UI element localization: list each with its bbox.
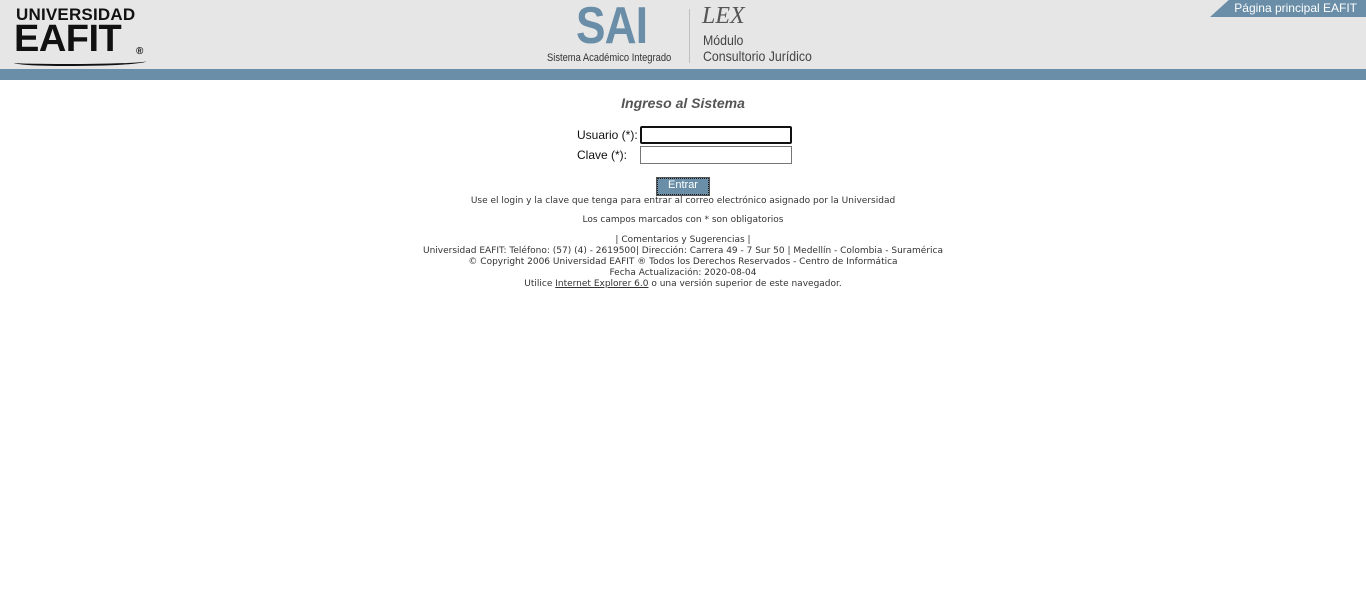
login-title: Ingreso al Sistema [621, 95, 745, 111]
header-accent-bar [0, 69, 1366, 80]
lex-logo: LEX Módulo Consultorio Jurídico [702, 4, 832, 66]
user-label: Usuario (*): [577, 128, 638, 142]
eafit-logo: UNIVERSIDAD EAFIT ® [14, 6, 148, 66]
lex-logo-text: LEX [702, 3, 745, 29]
module-label-line1: Módulo [703, 32, 744, 48]
required-fields-note: Los campos marcados con * son obligatori… [582, 215, 784, 225]
registered-mark: ® [136, 46, 144, 57]
login-section: Ingreso al Sistema Usuario (*): Clave (*… [0, 95, 1366, 290]
contact-info: Universidad EAFIT: Teléfono: (57) (4) - … [423, 246, 943, 256]
password-input[interactable] [640, 146, 792, 164]
last-updated: Fecha Actualización: 2020-08-04 [609, 268, 757, 278]
module-label-line2: Consultorio Jurídico [703, 48, 812, 64]
comments-link[interactable]: Comentarios y Sugerencias [621, 235, 744, 245]
login-form: Usuario (*): Clave (*): [573, 126, 793, 164]
eafit-logo-line2: EAFIT [14, 18, 122, 60]
browser-suffix: o una versión superior de este navegador… [648, 279, 842, 289]
user-row: Usuario (*): [573, 126, 793, 145]
footer: | Comentarios y Sugerencias | Universida… [0, 235, 1366, 290]
home-page-link[interactable]: Página principal EAFIT [1210, 0, 1366, 17]
browser-prefix: Utilice [524, 279, 556, 289]
comments-suffix: | [744, 235, 751, 245]
submit-button[interactable]: Entrar [656, 177, 710, 196]
header-divider [689, 9, 690, 63]
page-header: UNIVERSIDAD EAFIT ® SAI Sistema Académic… [0, 0, 1366, 69]
sai-logo: SAI Sistema Académico Integrado [545, 0, 680, 66]
user-input[interactable] [640, 126, 792, 144]
browser-link[interactable]: Internet Explorer 6.0 [555, 279, 648, 289]
comments-line: | Comentarios y Sugerencias | [0, 235, 1366, 246]
copyright-text: © Copyright 2006 Universidad EAFIT ® Tod… [468, 257, 898, 267]
sai-logo-subtitle: Sistema Académico Integrado [547, 52, 672, 64]
password-label: Clave (*): [577, 148, 628, 162]
login-help-text: Use el login y la clave que tenga para e… [470, 196, 896, 206]
browser-note: Utilice Internet Explorer 6.0 o una vers… [0, 279, 1366, 290]
sai-logo-text: SAI [576, 0, 648, 55]
password-row: Clave (*): [573, 146, 793, 165]
logo-swoosh [14, 58, 146, 66]
